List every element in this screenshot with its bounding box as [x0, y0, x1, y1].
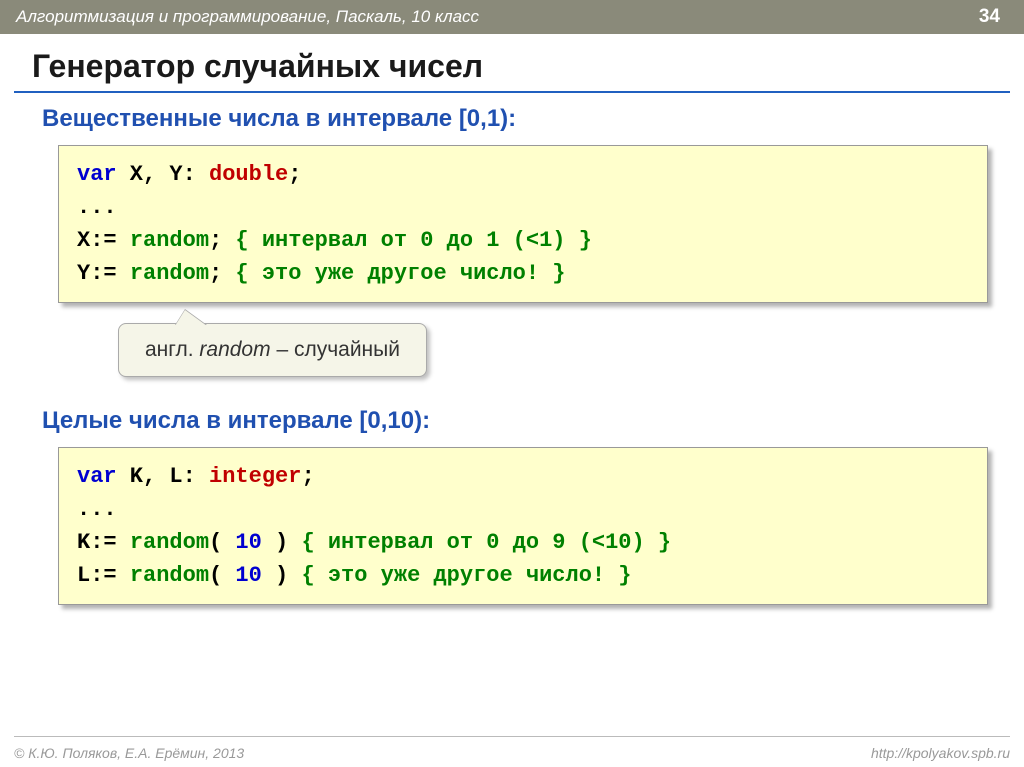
code-line: K:= random( 10 ) { интервал от 0 до 9 (<… — [77, 526, 969, 559]
footer-divider — [14, 736, 1010, 737]
comment: это уже другое число! — [262, 261, 539, 286]
comment: } — [539, 261, 565, 286]
breadcrumb: Алгоритмизация и программирование, Паска… — [16, 7, 479, 27]
code-text: L:= — [77, 563, 130, 588]
keyword-fn: random — [130, 228, 209, 253]
code-text: ) — [275, 530, 288, 555]
code-text: K:= — [77, 530, 130, 555]
comment: это уже другое число! — [328, 563, 605, 588]
keyword-fn: random — [130, 261, 209, 286]
code-text: Y:= — [77, 261, 130, 286]
title-divider — [14, 91, 1010, 93]
code-block-2: var K, L: integer; ... K:= random( 10 ) … — [58, 447, 988, 605]
footer: © К.Ю. Поляков, Е.А. Ерёмин, 2013 http:/… — [14, 745, 1010, 761]
code-line: var X, Y: double; — [77, 158, 969, 191]
footer-url: http://kpolyakov.spb.ru — [871, 745, 1010, 761]
header-bar: Алгоритмизация и программирование, Паска… — [0, 0, 1024, 34]
page-title: Генератор случайных чисел — [0, 34, 1024, 91]
code-text: X, Y: — [117, 162, 209, 187]
callout-text: англ. — [145, 338, 199, 361]
code-line: ... — [77, 191, 969, 224]
code-line: Y:= random; { это уже другое число! } — [77, 257, 969, 290]
code-text: ; — [209, 261, 222, 286]
code-arg: 10 — [222, 563, 275, 588]
comment: } — [645, 530, 671, 555]
comment: интервал от 0 до 9 (<10) — [328, 530, 645, 555]
code-arg: 10 — [222, 530, 275, 555]
code-line: L:= random( 10 ) { это уже другое число!… — [77, 559, 969, 592]
code-text: ; — [209, 228, 222, 253]
comment: интервал от 0 до 1 (<1) — [262, 228, 566, 253]
code-text: ( — [209, 563, 222, 588]
code-line: var K, L: integer; — [77, 460, 969, 493]
code-line: ... — [77, 493, 969, 526]
code-text: ) — [275, 563, 288, 588]
comment: } — [566, 228, 592, 253]
callout-word: random — [199, 338, 270, 361]
comment: } — [605, 563, 631, 588]
callout-text: – случайный — [271, 338, 400, 361]
code-line: X:= random; { интервал от 0 до 1 (<1) } — [77, 224, 969, 257]
copyright: © К.Ю. Поляков, Е.А. Ерёмин, 2013 — [14, 745, 244, 761]
section2-heading: Целые числа в интервале [0,10): — [42, 407, 1024, 435]
code-text: ; — [288, 162, 301, 187]
keyword-var: var — [77, 464, 117, 489]
callout-wrap: англ. random – случайный — [118, 323, 1024, 377]
comment: { — [222, 228, 262, 253]
code-block-1: var X, Y: double; ... X:= random; { инте… — [58, 145, 988, 303]
keyword-fn: random — [130, 530, 209, 555]
code-text: ( — [209, 530, 222, 555]
callout-tail-icon — [175, 310, 207, 326]
code-text: X:= — [77, 228, 130, 253]
callout: англ. random – случайный — [118, 323, 427, 377]
page-number: 34 — [979, 6, 1000, 28]
keyword-type: double — [209, 162, 288, 187]
comment: { — [222, 261, 262, 286]
code-text: ; — [301, 464, 314, 489]
section1-heading: Вещественные числа в интервале [0,1): — [42, 105, 1024, 133]
code-text: K, L: — [117, 464, 209, 489]
keyword-fn: random — [130, 563, 209, 588]
keyword-type: integer — [209, 464, 301, 489]
comment: { — [288, 563, 328, 588]
keyword-var: var — [77, 162, 117, 187]
comment: { — [288, 530, 328, 555]
